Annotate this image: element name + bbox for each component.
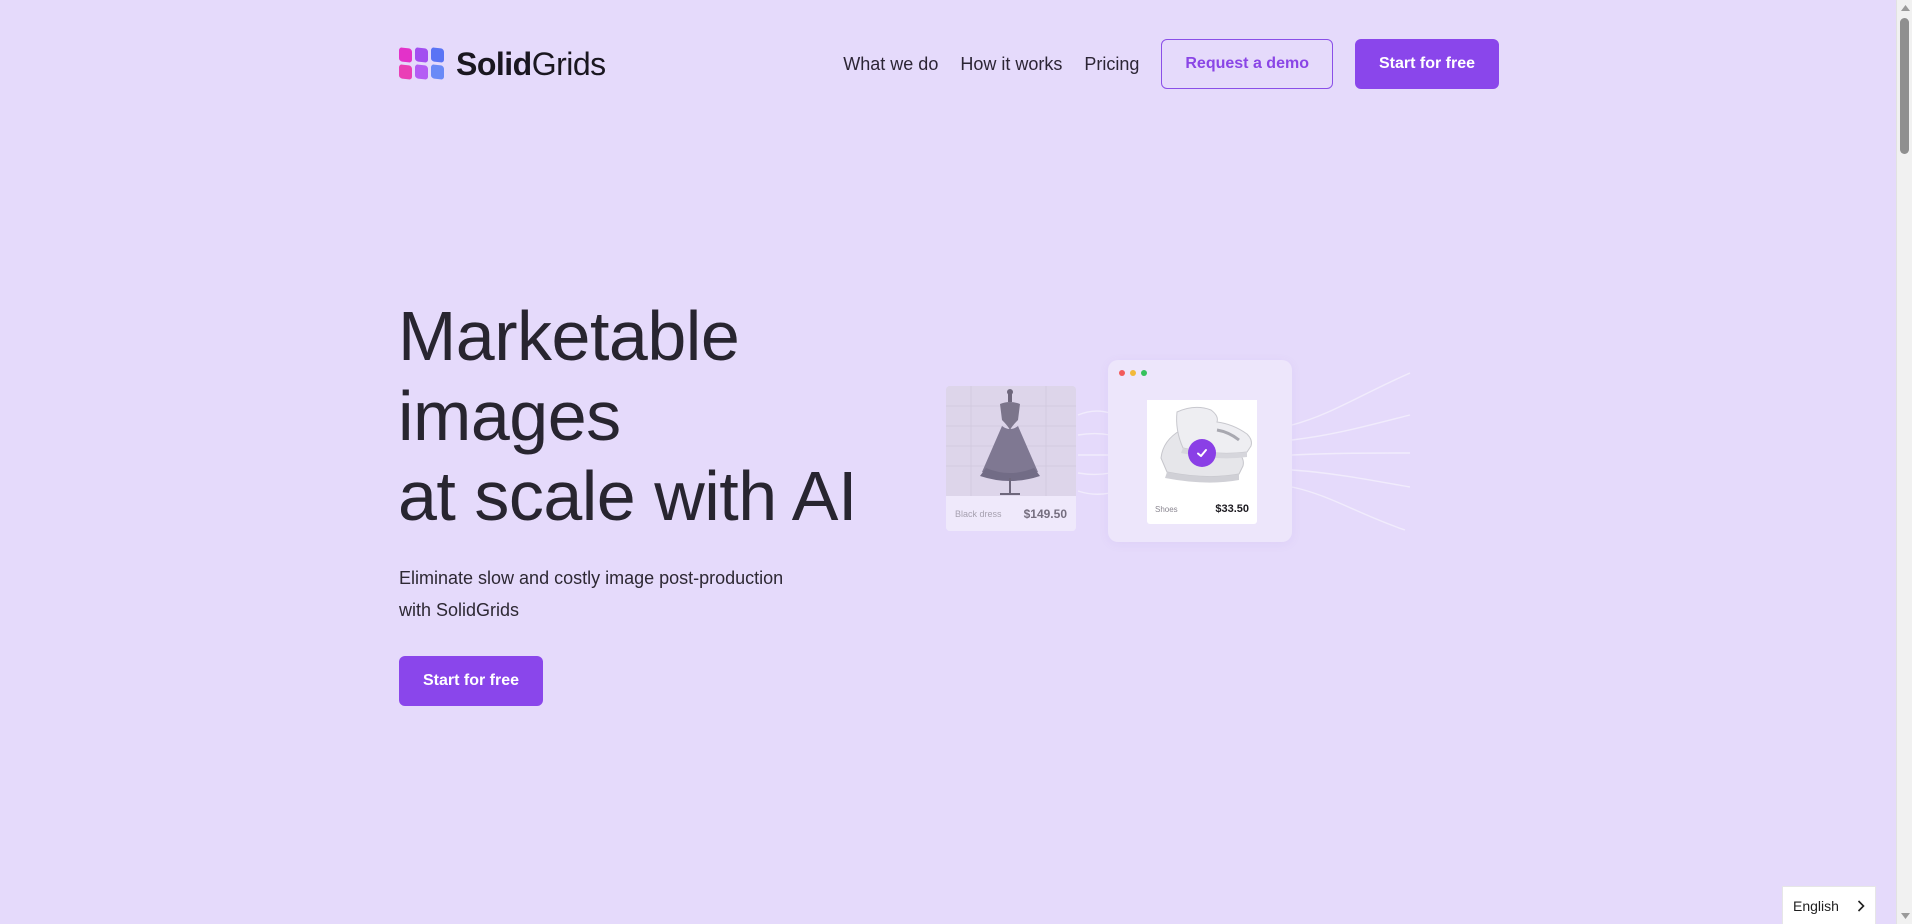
shoe-product-card: Shoes $33.50 — [1147, 400, 1257, 524]
dress-price: $149.50 — [1023, 506, 1067, 521]
logo-icon — [399, 47, 447, 81]
hero-subtitle-line-2: with SolidGrids — [399, 600, 520, 620]
hero-subtitle-line-1: Eliminate slow and costly image post-pro… — [399, 568, 784, 588]
nav-link-how-it-works[interactable]: How it works — [960, 54, 1062, 75]
hero-title-line-2: images — [398, 377, 621, 455]
hero-subtitle: Eliminate slow and costly image post-pro… — [399, 562, 819, 626]
page-scrollbar[interactable] — [1896, 0, 1912, 924]
logo-text-bold: Solid — [456, 45, 532, 82]
main-nav: What we do How it works Pricing Request … — [843, 39, 1499, 89]
scroll-up-arrow-icon[interactable] — [1897, 0, 1912, 16]
dress-name: Black dress — [955, 508, 1002, 519]
shoe-caption: Shoes $33.50 — [1147, 494, 1257, 524]
shoe-price: $33.50 — [1215, 503, 1249, 515]
check-icon — [1188, 439, 1216, 467]
request-demo-button[interactable]: Request a demo — [1161, 39, 1333, 89]
logo-text-light: Grids — [531, 45, 606, 82]
hero-title: Marketable images at scale with AI — [398, 296, 918, 536]
dress-image — [946, 386, 1076, 496]
hero-illustration: Black dress $149.50 Shoes $33.50 — [940, 355, 1420, 555]
scroll-down-arrow-icon[interactable] — [1897, 908, 1912, 924]
scroll-thumb[interactable] — [1900, 18, 1909, 154]
dress-product-card: Black dress $149.50 — [946, 386, 1076, 531]
chevron-right-icon — [1857, 899, 1865, 912]
nav-link-pricing[interactable]: Pricing — [1084, 54, 1139, 75]
site-header: SolidGrids What we do How it works Prici… — [399, 39, 1499, 89]
language-selector[interactable]: English — [1782, 886, 1876, 924]
hero-start-free-button[interactable]: Start for free — [399, 656, 544, 706]
dress-caption: Black dress $149.50 — [946, 496, 1076, 531]
window-dots-icon — [1119, 370, 1152, 376]
logo[interactable]: SolidGrids — [399, 46, 606, 83]
app-window-mock: Shoes $33.50 — [1108, 360, 1292, 542]
nav-link-what-we-do[interactable]: What we do — [843, 54, 938, 75]
hero-title-line-1: Marketable — [398, 297, 740, 375]
header-start-free-button[interactable]: Start for free — [1354, 39, 1499, 89]
shoe-name: Shoes — [1155, 504, 1178, 514]
page: SolidGrids What we do How it works Prici… — [0, 0, 1912, 924]
logo-text: SolidGrids — [456, 46, 606, 83]
hero-title-line-3: at scale with AI — [398, 457, 857, 535]
language-label: English — [1793, 897, 1839, 914]
